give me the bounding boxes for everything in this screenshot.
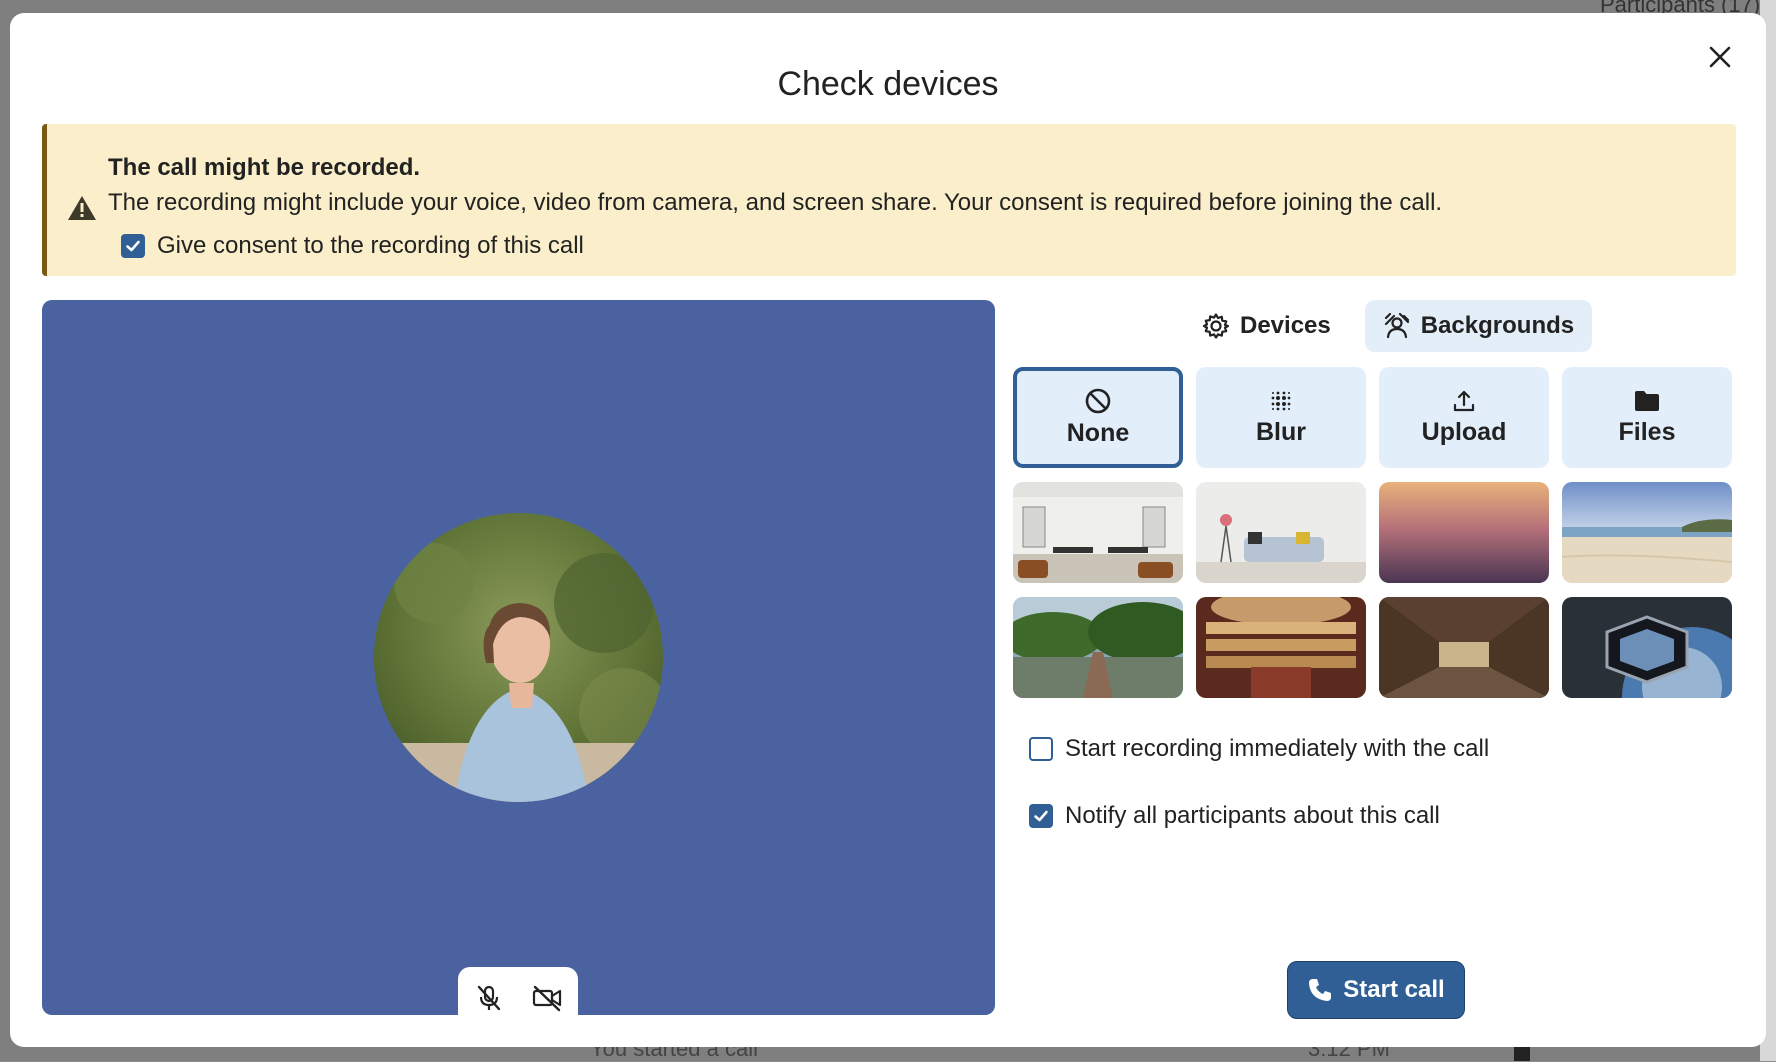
option-none-label: None [1066, 419, 1130, 447]
start-recording-label: Start recording immediately with the cal… [1065, 735, 1490, 762]
microphone-toggle[interactable] [471, 980, 507, 1015]
recording-warning: The call might be recorded. The recordin… [42, 124, 1736, 276]
none-icon [1085, 388, 1111, 414]
start-recording-checkbox[interactable]: Start recording immediately with the cal… [1029, 735, 1489, 763]
checkbox-checked-icon[interactable] [121, 234, 145, 258]
tab-devices-label: Devices [1240, 312, 1331, 339]
option-files-label: Files [1618, 418, 1676, 446]
space-station-background[interactable] [1562, 597, 1732, 698]
close-icon [1709, 46, 1731, 68]
jungle-bridge-background[interactable] [1013, 597, 1183, 698]
beach-background[interactable] [1562, 482, 1732, 583]
tab-devices[interactable]: Devices [1184, 300, 1349, 352]
start-call-label: Start call [1343, 976, 1445, 1003]
consent-checkbox[interactable]: Give consent to the recording of this ca… [121, 232, 584, 260]
dialog-title: Check devices [777, 65, 999, 103]
folder-icon [1635, 391, 1659, 411]
tab-backgrounds-label: Backgrounds [1420, 312, 1575, 339]
blur-icon [1271, 391, 1291, 411]
close-button[interactable] [1698, 35, 1742, 79]
checkbox-unchecked-icon[interactable] [1029, 737, 1053, 761]
upload-icon [1453, 390, 1475, 412]
media-controls [458, 967, 578, 1015]
camera-off-icon [532, 985, 562, 1012]
avatar [374, 513, 663, 802]
background-options: None Blur Upload Files [1013, 367, 1736, 698]
start-call-button[interactable]: Start call [1287, 961, 1465, 1019]
phone-icon [1309, 979, 1332, 1001]
option-upload-label: Upload [1421, 418, 1507, 446]
office-background[interactable] [1013, 482, 1183, 583]
notify-participants-label: Notify all participants about this call [1065, 802, 1440, 829]
person-background-icon [1384, 312, 1409, 339]
gear-icon [1202, 313, 1230, 339]
notify-participants-checkbox[interactable]: Notify all participants about this call [1029, 802, 1440, 830]
consent-label: Give consent to the recording of this ca… [157, 232, 584, 259]
option-blur-label: Blur [1256, 418, 1306, 446]
warning-icon [68, 196, 96, 220]
tab-backgrounds[interactable]: Backgrounds [1364, 300, 1593, 352]
sunset-gradient-background[interactable] [1379, 482, 1549, 583]
theater-background[interactable] [1196, 597, 1366, 698]
background-option-files[interactable]: Files [1562, 367, 1732, 468]
warning-title: The call might be recorded. [108, 154, 421, 181]
camera-toggle[interactable] [529, 980, 565, 1015]
background-option-none[interactable]: None [1013, 367, 1183, 468]
background-option-upload[interactable]: Upload [1379, 367, 1549, 468]
library-background[interactable] [1379, 597, 1549, 698]
checkbox-checked-icon[interactable] [1029, 804, 1053, 828]
warning-text: The recording might include your voice, … [108, 189, 1443, 216]
video-preview [42, 300, 995, 1015]
microphone-off-icon [477, 985, 501, 1011]
background-option-blur[interactable]: Blur [1196, 367, 1366, 468]
living-room-background[interactable] [1196, 482, 1366, 583]
check-devices-dialog: Check devices The call might be recorded… [10, 13, 1766, 1047]
settings-tabs: Devices Backgrounds [1184, 300, 1593, 352]
